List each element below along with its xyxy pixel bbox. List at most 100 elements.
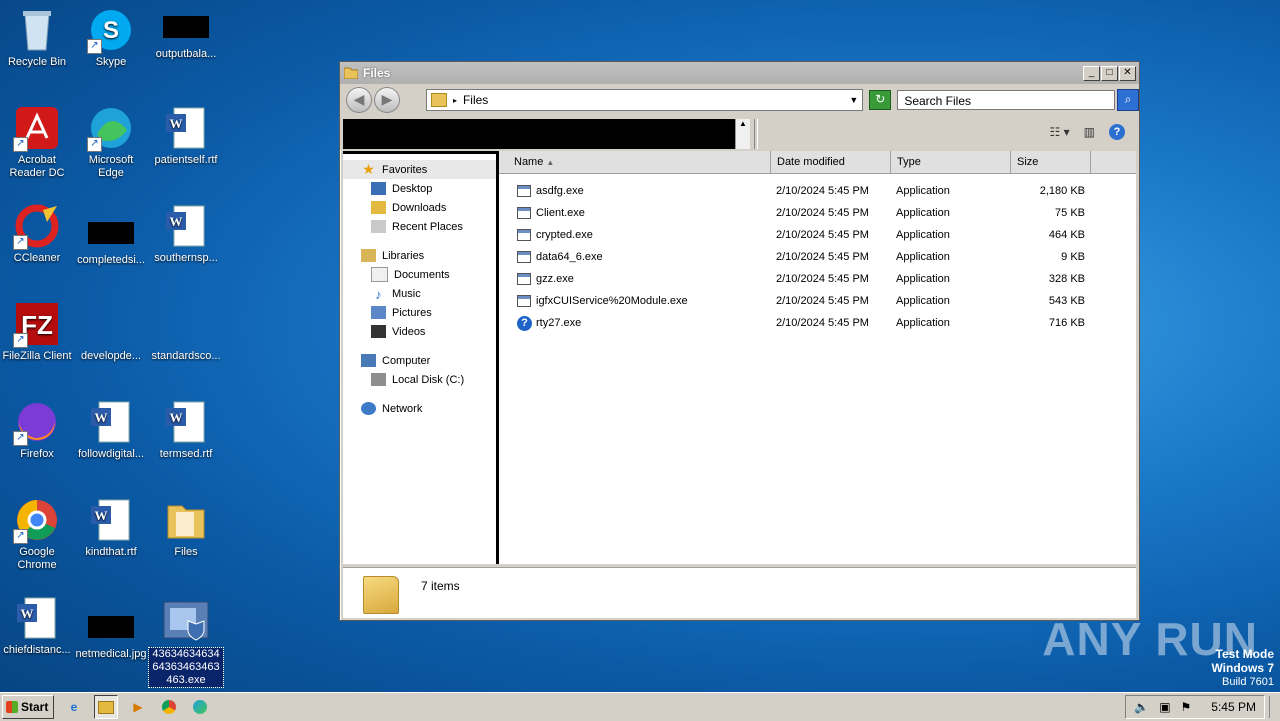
desktop-icon-exe-selected[interactable]: 4363463463464363463463463.exe	[148, 594, 224, 688]
table-row[interactable]: ? rty27.exe 2/10/2024 5:45 PM Application 7…	[499, 312, 1136, 334]
redacted-thumbnail	[88, 616, 134, 638]
title-bar[interactable]: Files _ □ ✕	[340, 62, 1139, 84]
desktop-icon-southernsp[interactable]: W southernsp...	[149, 198, 223, 265]
desktop-icon-standardsco[interactable]: standardsco...	[149, 296, 223, 363]
table-row[interactable]: crypted.exe 2/10/2024 5:45 PM Application…	[499, 224, 1136, 246]
word-doc-icon: W	[13, 594, 61, 642]
desktop-icon-followdigital[interactable]: W followdigital...	[74, 394, 148, 461]
svg-text:W: W	[170, 214, 183, 229]
desktop-icon-acrobat[interactable]: ↗ Acrobat Reader DC	[0, 100, 74, 180]
desktop-icon-chiefdistanc[interactable]: W chiefdistanc...	[0, 590, 74, 657]
navigation-pane: ★ Favorites Desktop Downloads Recent Plac…	[343, 151, 499, 564]
windows-logo-icon	[6, 701, 18, 713]
folder-icon	[430, 93, 447, 107]
desktop-icon-patientself[interactable]: W patientself.rtf	[149, 100, 223, 167]
nav-desktop[interactable]: Desktop	[343, 179, 496, 198]
folder-icon	[162, 496, 210, 544]
pictures-icon	[371, 306, 386, 319]
nav-libraries[interactable]: Libraries	[343, 246, 496, 265]
nav-favorites[interactable]: ★ Favorites	[343, 160, 496, 179]
star-icon: ★	[362, 161, 375, 177]
svg-text:W: W	[170, 116, 183, 131]
desktop-icon-filezilla[interactable]: FZ ↗ FileZilla Client	[0, 296, 74, 363]
search-button[interactable]: ⌕	[1117, 89, 1139, 111]
desktop-icon-recycle-bin[interactable]: Recycle Bin	[0, 2, 74, 69]
application-icon	[517, 251, 531, 263]
table-row[interactable]: Client.exe 2/10/2024 5:45 PM Application 7…	[499, 202, 1136, 224]
search-input[interactable]: Search Files	[897, 90, 1116, 110]
desktop-icon-skype[interactable]: S ↗ Skype	[74, 2, 148, 69]
preview-pane-icon[interactable]: ▥	[1084, 125, 1095, 139]
blank-file-icon	[162, 300, 210, 348]
desktop-icon-edge[interactable]: ↗ Microsoft Edge	[74, 100, 148, 180]
desktop-icon-ccleaner[interactable]: ↗ CCleaner	[0, 198, 74, 265]
recycle-bin-icon	[13, 6, 61, 54]
minimize-button[interactable]: _	[1083, 65, 1100, 81]
desktop: Recycle Bin S ↗ Skype outputbala... ↗ Acr…	[0, 0, 230, 692]
downloads-icon	[371, 201, 386, 214]
taskbar: Start e ▶ 🔈 ▣ ⚑ 5:45 PM	[0, 692, 1280, 721]
address-bar[interactable]: ▸ Files ▼	[425, 89, 864, 111]
table-row[interactable]: asdfg.exe 2/10/2024 5:45 PM Application 2,…	[499, 180, 1136, 202]
close-button[interactable]: ✕	[1119, 65, 1136, 81]
view-options-icon[interactable]: ☷ ▾	[1050, 125, 1070, 139]
folder-icon	[344, 67, 358, 79]
help-icon[interactable]: ?	[1109, 124, 1125, 140]
desktop-icon-netmedical[interactable]: netmedical.jpg	[74, 590, 148, 661]
help-question-icon: ?	[517, 315, 532, 331]
scroll-up-arrow[interactable]: ▲	[735, 119, 750, 149]
table-row[interactable]: igfxCUIService%20Module.exe 2/10/2024 5:…	[499, 290, 1136, 312]
desktop-icon-outputbala[interactable]: outputbala...	[149, 2, 223, 61]
explorer-window: Files _ □ ✕ ◀ ▶ ▸ Files ▼ ↻ Search Files…	[339, 61, 1140, 621]
explorer-taskbar-icon[interactable]	[94, 695, 118, 719]
toolbar-divider	[754, 119, 758, 149]
chevron-down-icon[interactable]: ▼	[849, 95, 858, 105]
sort-up-icon: ▲	[546, 158, 555, 167]
column-size[interactable]: Size	[1011, 151, 1091, 173]
desktop-icon-developde[interactable]: developde...	[74, 296, 148, 363]
computer-icon	[361, 354, 376, 367]
nav-recent-places[interactable]: Recent Places	[343, 217, 496, 236]
item-count: 7 items	[421, 579, 460, 593]
nav-downloads[interactable]: Downloads	[343, 198, 496, 217]
nav-pictures[interactable]: Pictures	[343, 303, 496, 322]
breadcrumb-files[interactable]: Files	[463, 93, 488, 107]
column-type[interactable]: Type	[891, 151, 1011, 173]
column-name[interactable]: Name ▲	[499, 151, 771, 173]
desktop-icon-completedsi[interactable]: completedsi...	[74, 198, 148, 267]
start-button[interactable]: Start	[2, 695, 54, 719]
redacted-thumbnail	[163, 16, 209, 38]
nav-music[interactable]: ♪ Music	[343, 284, 496, 303]
nav-computer[interactable]: Computer	[343, 351, 496, 370]
breadcrumb-arrow-icon[interactable]: ▸	[453, 96, 457, 105]
nav-videos[interactable]: Videos	[343, 322, 496, 341]
desktop-icon-files[interactable]: Files	[149, 492, 223, 559]
table-row[interactable]: data64_6.exe 2/10/2024 5:45 PM Applicatio…	[499, 246, 1136, 268]
desktop-icon-kindthat[interactable]: W kindthat.rtf	[74, 492, 148, 559]
media-player-icon[interactable]: ▶	[127, 696, 149, 718]
desktop-icon-chrome[interactable]: ↗ Google Chrome	[0, 492, 74, 572]
edge-icon[interactable]	[189, 696, 211, 718]
maximize-button[interactable]: □	[1101, 65, 1118, 81]
clock[interactable]: 5:45 PM	[1211, 700, 1256, 714]
test-mode-notice: Test Mode Windows 7 Build 7601	[1211, 647, 1274, 689]
desktop-icon-termsed[interactable]: W termsed.rtf	[149, 394, 223, 461]
network-tray-icon[interactable]: ▣	[1159, 700, 1170, 714]
desktop-icon-firefox[interactable]: ↗ Firefox	[0, 394, 74, 461]
back-button[interactable]: ◀	[346, 87, 372, 113]
ie-icon[interactable]: e	[63, 696, 85, 718]
show-desktop-button[interactable]	[1269, 696, 1280, 718]
refresh-button[interactable]: ↻	[869, 90, 892, 110]
volume-icon[interactable]: 🔈	[1134, 700, 1149, 714]
nav-network[interactable]: Network	[343, 399, 496, 418]
word-doc-icon: W	[162, 202, 210, 250]
flag-icon[interactable]: ⚑	[1181, 700, 1192, 714]
nav-documents[interactable]: Documents	[343, 265, 496, 284]
nav-local-disk[interactable]: Local Disk (C:)	[343, 370, 496, 389]
column-date-modified[interactable]: Date modified	[771, 151, 891, 173]
chrome-icon[interactable]	[158, 696, 180, 718]
documents-icon	[371, 267, 388, 282]
hard-drive-icon	[371, 373, 386, 386]
forward-button[interactable]: ▶	[373, 87, 400, 113]
table-row[interactable]: gzz.exe 2/10/2024 5:45 PM Application 328 …	[499, 268, 1136, 290]
